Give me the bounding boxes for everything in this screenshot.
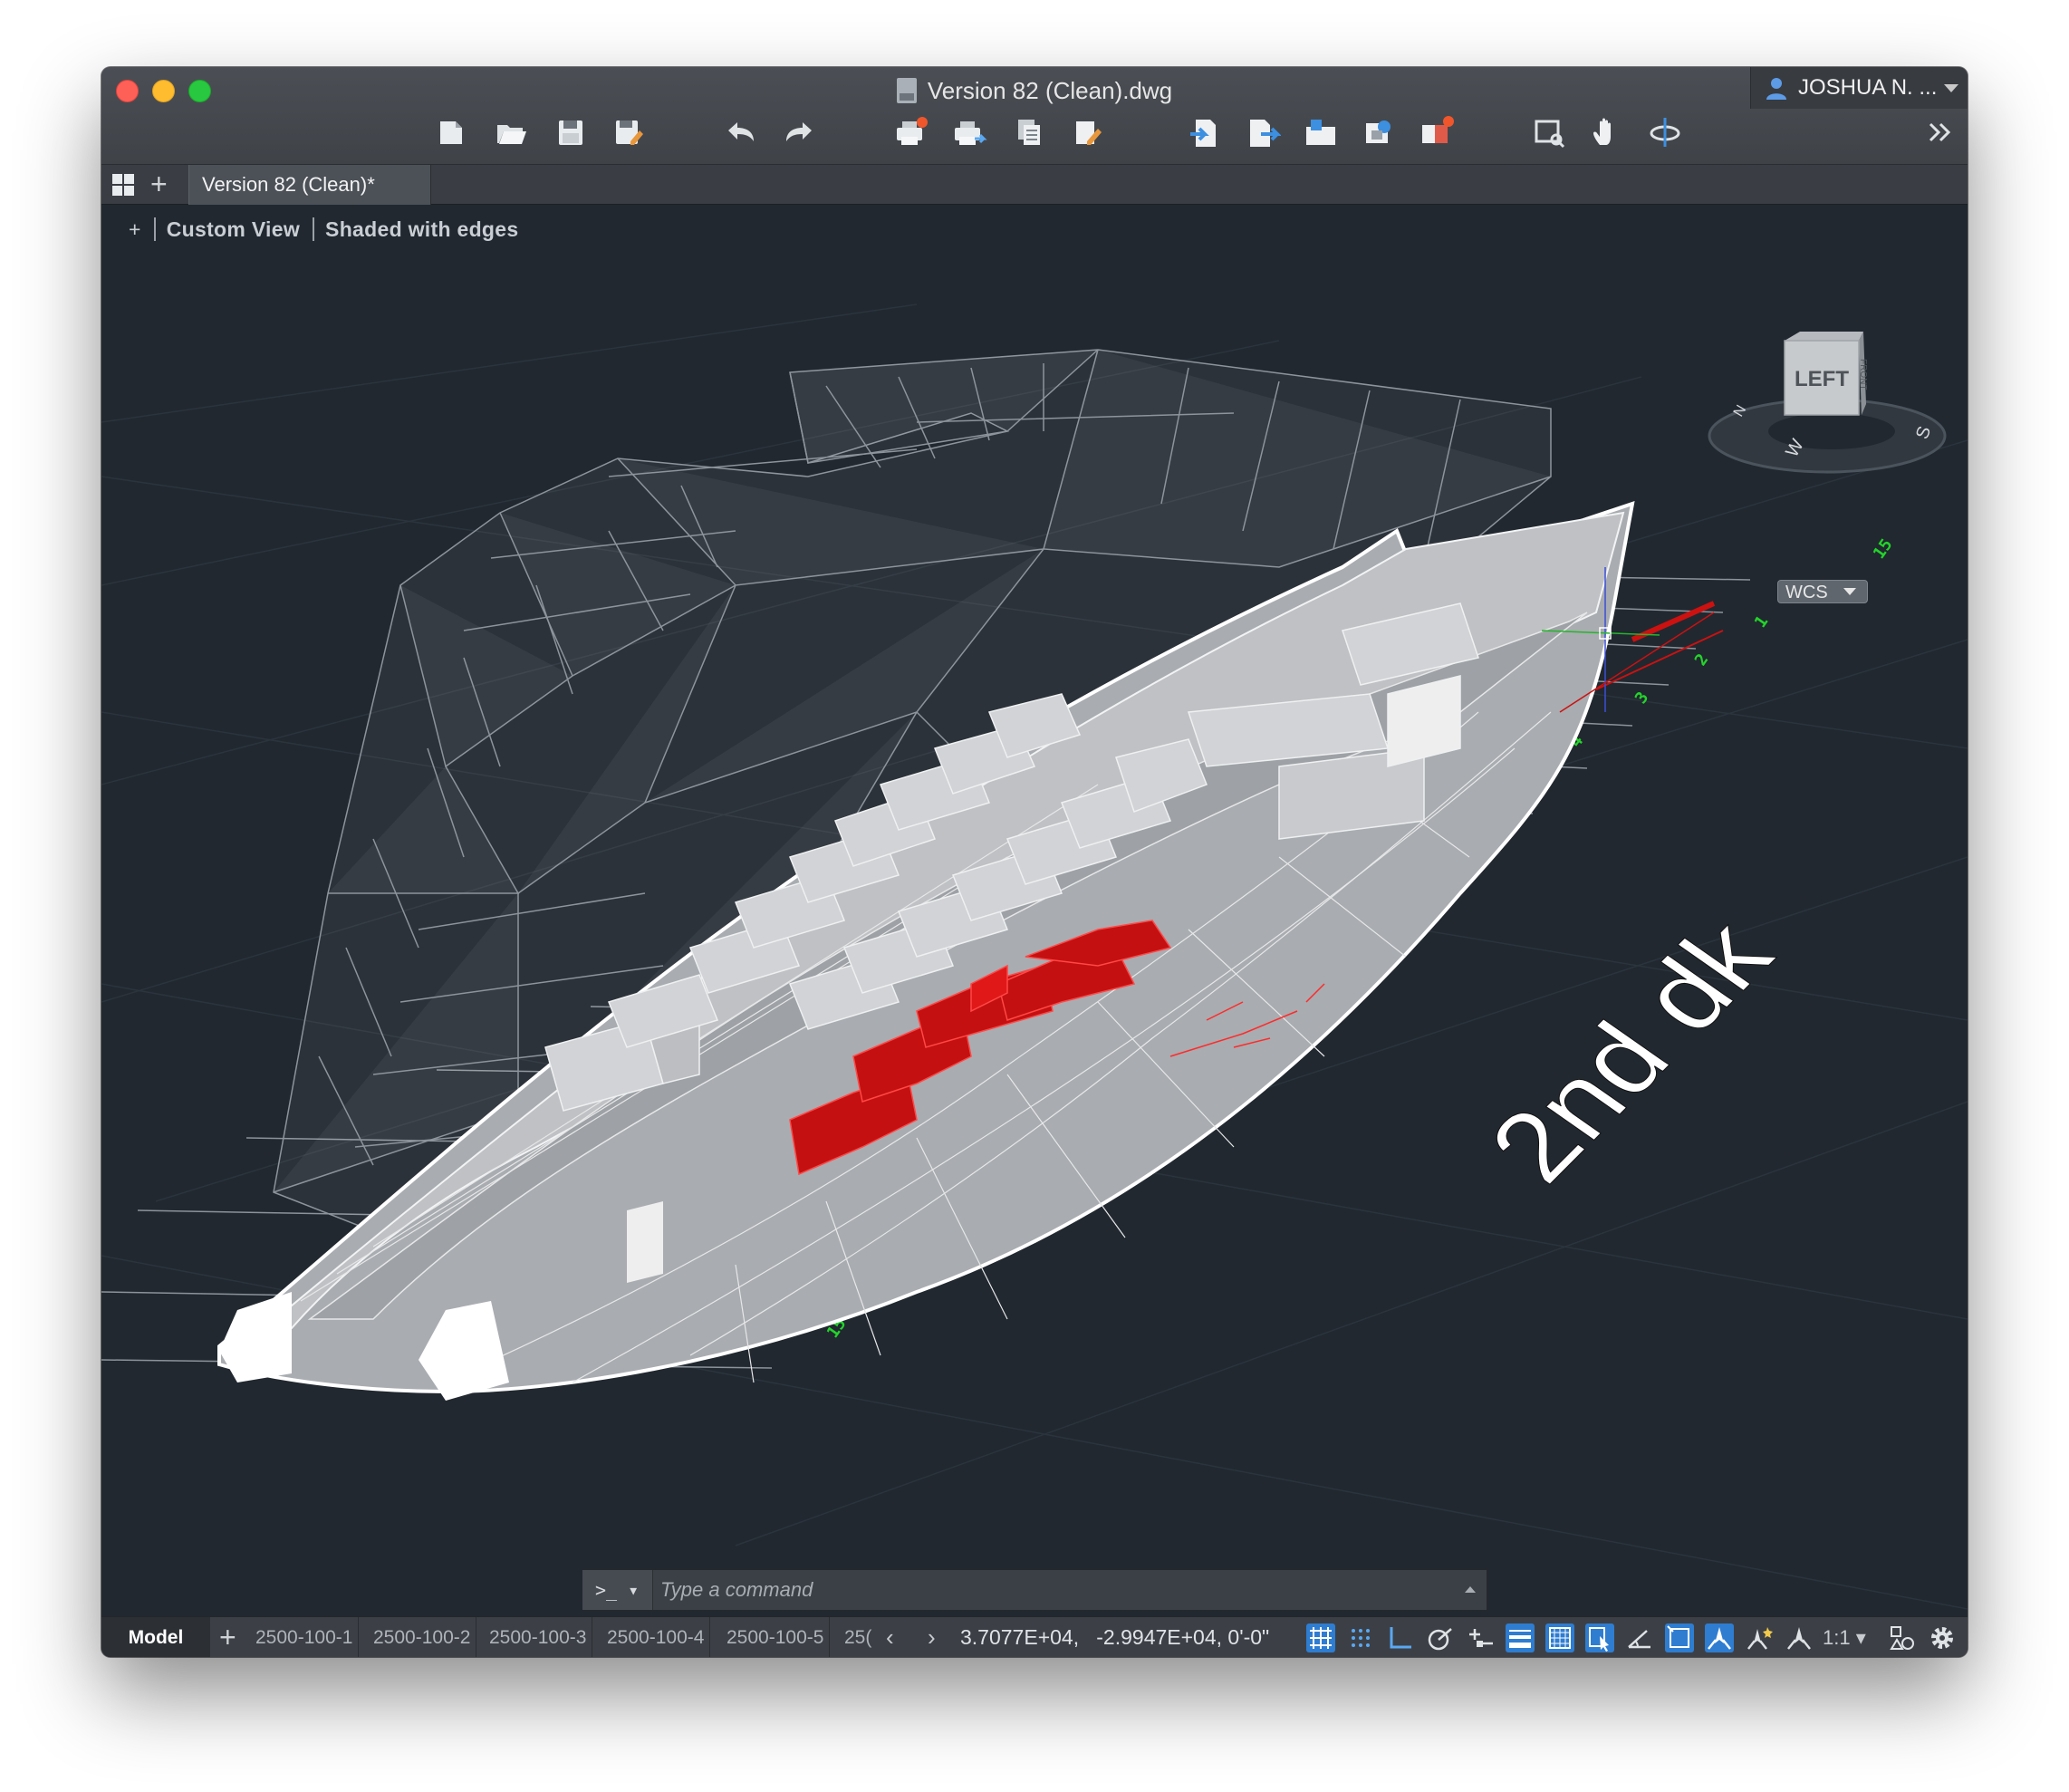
add-layout-plus-icon[interactable]: + — [219, 1617, 236, 1657]
grid-display-icon[interactable] — [1306, 1623, 1335, 1652]
viewport-controls: + Custom View Shaded with edges — [129, 216, 518, 243]
visual-style-button[interactable]: Shaded with edges — [325, 216, 518, 243]
export-icon[interactable] — [1245, 114, 1282, 150]
status-bar: Model + 2500-100-1 2500-100-2 2500-100-3… — [101, 1616, 1968, 1657]
annotation-visibility-icon[interactable] — [1705, 1623, 1734, 1652]
tab-version-82[interactable]: Version 82 (Clean)* — [188, 165, 431, 205]
layout-tab[interactable]: 2500-100-5 — [721, 1617, 831, 1657]
view-control-button[interactable]: Custom View — [167, 216, 300, 243]
station-label: 15 — [1870, 535, 1897, 563]
publish-icon[interactable] — [1069, 114, 1105, 150]
file-tab-bar: + Version 82 (Clean)* — [101, 165, 1968, 205]
user-account-menu[interactable]: JOSHUA N. ... — [1750, 67, 1968, 109]
user-name: JOSHUA N. ... — [1798, 75, 1938, 100]
attach-icon[interactable] — [1303, 114, 1339, 150]
auto-scale-icon[interactable] — [1745, 1623, 1774, 1652]
redo-icon[interactable] — [781, 114, 817, 150]
dynamic-ucs-icon[interactable] — [1625, 1623, 1654, 1652]
command-input[interactable] — [660, 1570, 1458, 1610]
cursor-coordinates[interactable]: 3.7077E+04, -2.9947E+04, 0'-0" — [960, 1617, 1269, 1657]
undo-icon[interactable] — [723, 114, 759, 150]
station-label: 2 — [1691, 650, 1712, 670]
layout-tab[interactable]: 2500-100-3 — [484, 1617, 593, 1657]
save-as-icon[interactable] — [611, 114, 647, 150]
workspace-switch-icon[interactable] — [1888, 1623, 1917, 1652]
plot-icon[interactable] — [893, 114, 929, 150]
wcs-label: WCS — [1785, 583, 1828, 602]
orbit-icon[interactable] — [1647, 114, 1683, 150]
viewcube-face-left: LEFT — [1795, 367, 1849, 391]
share-icon[interactable] — [1361, 114, 1397, 150]
wcs-dropdown[interactable]: WCS — [1777, 580, 1868, 603]
layout-tab[interactable]: 2500-100-2 — [368, 1617, 477, 1657]
layout-tab[interactable]: 2500-100-4 — [601, 1617, 711, 1657]
transparency-icon[interactable] — [1545, 1623, 1574, 1652]
batch-plot-icon[interactable] — [951, 114, 987, 150]
layout-tab[interactable]: 2500-100-1 — [250, 1617, 360, 1657]
layout-prev-icon[interactable]: ‹ — [886, 1617, 894, 1657]
layout-tab[interactable]: 25( — [839, 1617, 877, 1657]
viewport-menu-button[interactable]: + — [129, 216, 141, 243]
bow-cap-port — [219, 1292, 292, 1383]
more-tools-icon[interactable] — [1922, 114, 1958, 150]
sheet-set-icon[interactable] — [1011, 114, 1047, 150]
lineweight-icon[interactable] — [1506, 1623, 1535, 1652]
object-snap-tracking-icon[interactable] — [1466, 1623, 1495, 1652]
station-label: 1 — [1751, 612, 1772, 631]
start-tab-grid-icon[interactable] — [111, 172, 136, 198]
command-expand-icon[interactable] — [1465, 1586, 1476, 1593]
save-icon[interactable] — [553, 114, 589, 150]
chevron-down-icon — [1944, 84, 1958, 92]
open-file-icon[interactable] — [493, 114, 529, 150]
dwg-file-icon — [896, 78, 917, 103]
command-line: >_ ▾ — [582, 1569, 1487, 1611]
autocad-window: Version 82 (Clean).dwg JOSHUA N. ... + V… — [101, 67, 1968, 1657]
ortho-mode-icon[interactable] — [1386, 1623, 1415, 1652]
station-label: 3 — [1631, 689, 1652, 708]
3d-object-snap-icon[interactable] — [1665, 1623, 1694, 1652]
model-tab[interactable]: Model — [101, 1617, 210, 1657]
drawing-viewport[interactable]: 15 0 1 2 3 4 5 6 7 8 9 10 11 12 13 14 15 — [101, 205, 1968, 1657]
chevron-down-icon — [1843, 588, 1856, 595]
import-icon[interactable] — [1187, 114, 1223, 150]
new-file-icon[interactable] — [433, 114, 469, 150]
zoom-window-icon[interactable] — [1531, 114, 1567, 150]
title-bar: Version 82 (Clean).dwg JOSHUA N. ... — [101, 67, 1968, 165]
gear-icon[interactable] — [1928, 1623, 1957, 1652]
selection-cycling-icon[interactable] — [1585, 1623, 1614, 1652]
command-history-button[interactable]: >_ ▾ — [582, 1570, 653, 1610]
pan-icon[interactable] — [1589, 114, 1625, 150]
snap-mode-icon[interactable] — [1346, 1623, 1375, 1652]
user-icon — [1766, 78, 1786, 100]
annotation-scale-icon[interactable] — [1785, 1623, 1814, 1652]
layout-next-icon[interactable]: › — [928, 1617, 936, 1657]
viewcube-face-front: FRONT — [1858, 359, 1868, 390]
annotation-scale-value[interactable]: 1:1 ▾ — [1823, 1617, 1866, 1657]
viewcube[interactable]: LEFT FRONT W S N — [1696, 304, 1958, 486]
document-title: Version 82 (Clean).dwg — [101, 76, 1968, 105]
new-tab-plus-icon[interactable]: + — [150, 169, 168, 199]
polar-tracking-icon[interactable] — [1426, 1623, 1455, 1652]
document-title-text: Version 82 (Clean).dwg — [927, 77, 1173, 104]
model-space-canvas[interactable]: 15 0 1 2 3 4 5 6 7 8 9 10 11 12 13 14 15 — [101, 205, 1968, 1657]
trusted-icon[interactable] — [1419, 114, 1455, 150]
